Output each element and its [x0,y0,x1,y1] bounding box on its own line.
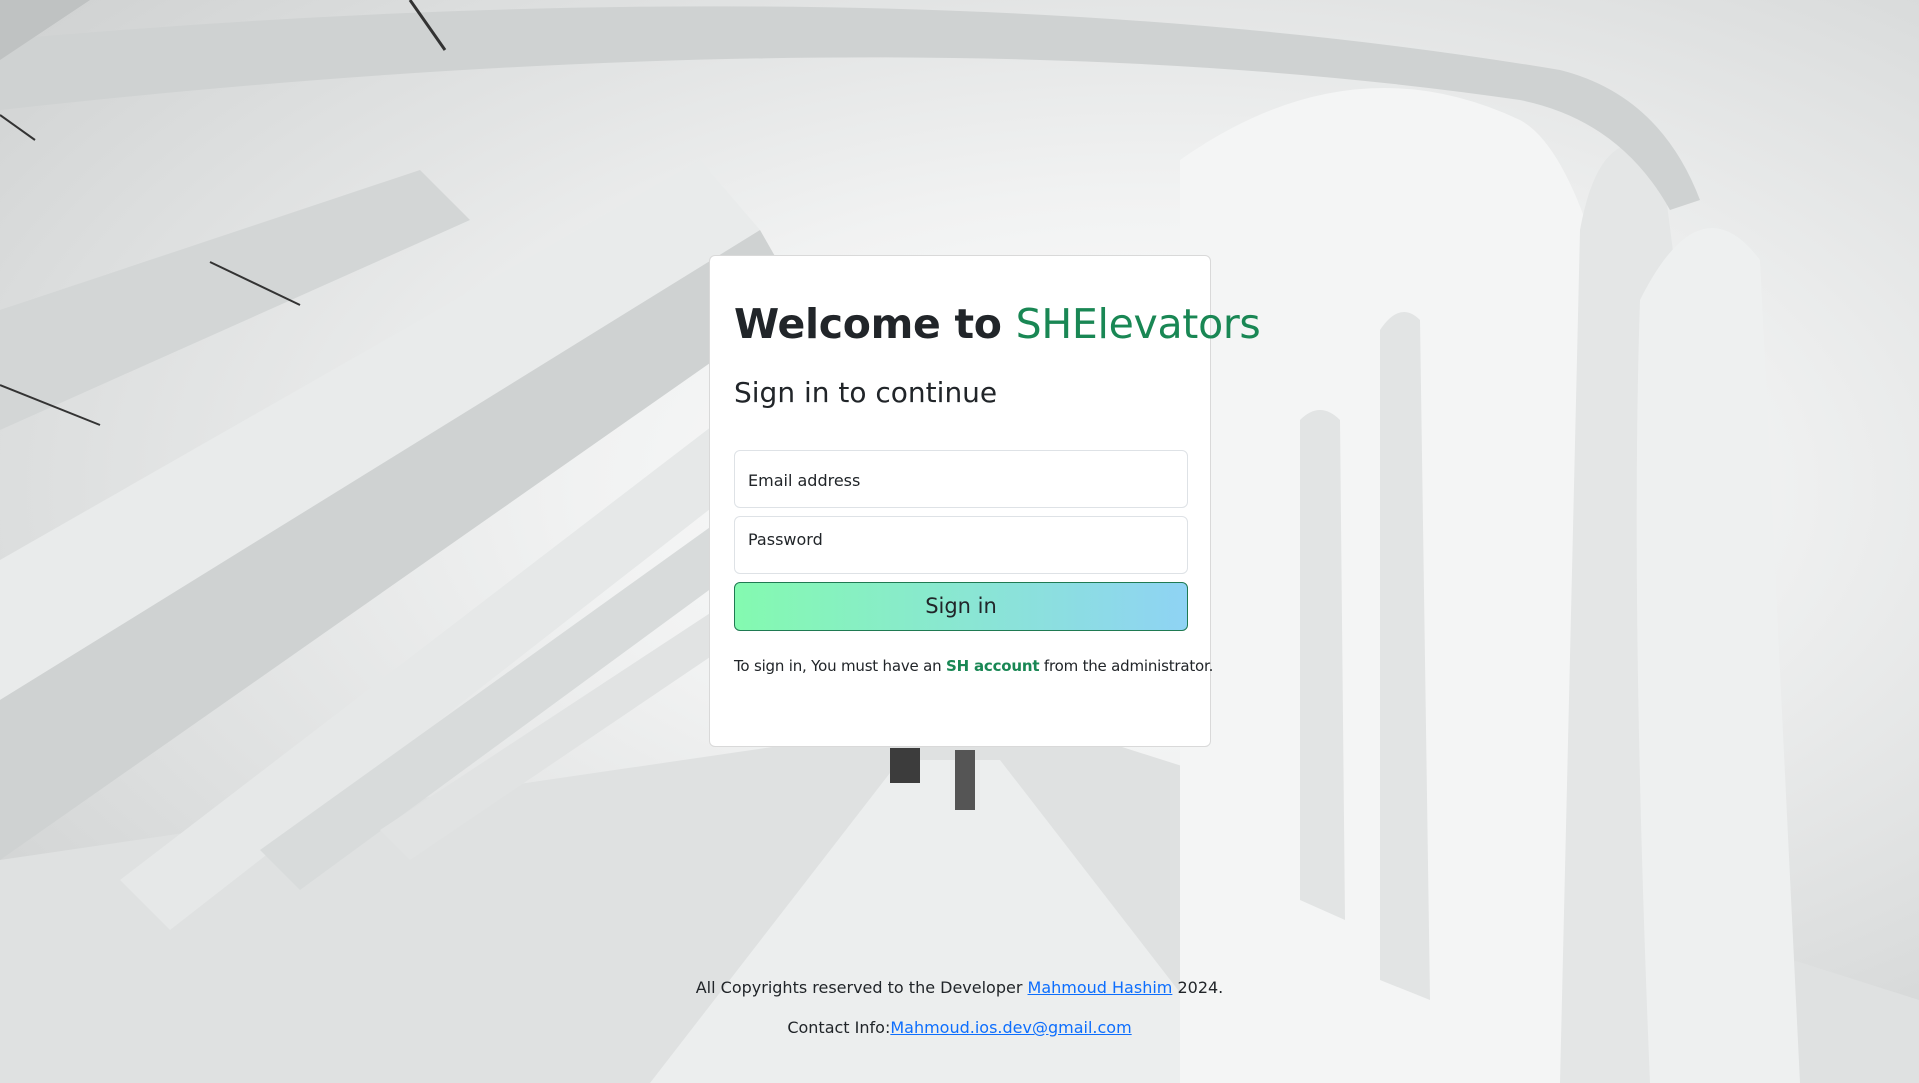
login-page: Welcome to SHElevators Sign in to contin… [0,0,1919,1083]
copyright-line: All Copyrights reserved to the Developer… [0,978,1919,997]
contact-email-link[interactable]: Mahmoud.ios.dev@gmail.com [890,1018,1131,1037]
account-note: To sign in, You must have an SH account … [734,656,1213,675]
password-field[interactable]: Password [734,515,1188,574]
contact-line: Contact Info:Mahmoud.ios.dev@gmail.com [0,1018,1919,1037]
email-field[interactable]: Email address [734,449,1188,508]
email-field-label: Email address [748,470,861,490]
account-note-prefix: To sign in, You must have an [734,656,946,675]
login-card: Welcome to SHElevators Sign in to contin… [709,255,1261,747]
copyright-prefix: All Copyrights reserved to the Developer [695,978,1028,997]
welcome-title-prefix: Welcome to [734,300,1016,348]
signin-subtitle: Sign in to continue [734,376,998,410]
developer-link[interactable]: Mahmoud Hashim [1028,978,1173,997]
account-note-suffix: from the administrator. [1039,656,1214,675]
password-field-label: Password [748,529,823,549]
brand-name: SHElevators [1015,300,1261,348]
sh-account-text: SH account [946,656,1040,675]
signin-button[interactable]: Sign in [734,581,1188,631]
copyright-suffix: 2024. [1172,978,1224,997]
welcome-title: Welcome to SHElevators [734,300,1261,348]
contact-prefix: Contact Info: [787,1018,891,1037]
